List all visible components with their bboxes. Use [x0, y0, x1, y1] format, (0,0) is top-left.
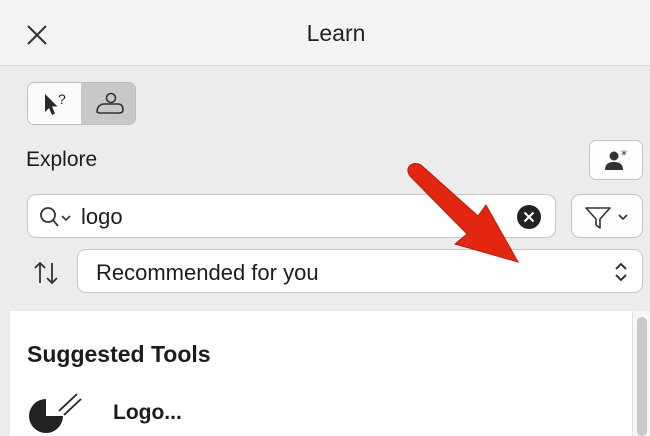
scrollbar[interactable] [632, 311, 650, 436]
tool-item-logo[interactable]: Logo... [113, 401, 182, 425]
logo-tool-icon [29, 393, 82, 433]
explore-panel: ? Explore * logo Recommended for you [0, 66, 650, 311]
window-title: Learn [306, 20, 366, 46]
svg-text:*: * [621, 148, 627, 162]
mode-segmented-control: ? [27, 82, 136, 125]
explore-label: Explore [26, 148, 98, 171]
scrollbar-thumb[interactable] [637, 317, 647, 436]
search-dropdown-icon[interactable] [38, 205, 78, 229]
user-button[interactable]: * [589, 140, 643, 180]
clear-circle-icon[interactable] [515, 203, 543, 231]
filter-button[interactable] [571, 194, 643, 238]
person-cloud-icon [96, 92, 124, 114]
updown-chevron-icon [615, 262, 627, 282]
sort-arrows-icon[interactable] [32, 259, 60, 287]
search-input[interactable] [81, 204, 501, 230]
title-bar: Learn [0, 0, 650, 66]
user-star-icon: * [605, 148, 627, 170]
results-content: Suggested Tools Logo... [10, 311, 632, 436]
search-field[interactable] [27, 194, 556, 238]
cursor-question-icon: ? [45, 91, 66, 115]
sort-selected-value: Recommended for you [96, 260, 319, 285]
mode-button-help[interactable]: ? [28, 83, 82, 124]
mode-button-community[interactable] [82, 83, 135, 124]
suggested-tools-heading: Suggested Tools [27, 341, 211, 367]
svg-text:?: ? [58, 91, 66, 107]
sort-select[interactable]: Recommended for you [77, 249, 643, 293]
funnel-dropdown-icon [585, 207, 628, 229]
